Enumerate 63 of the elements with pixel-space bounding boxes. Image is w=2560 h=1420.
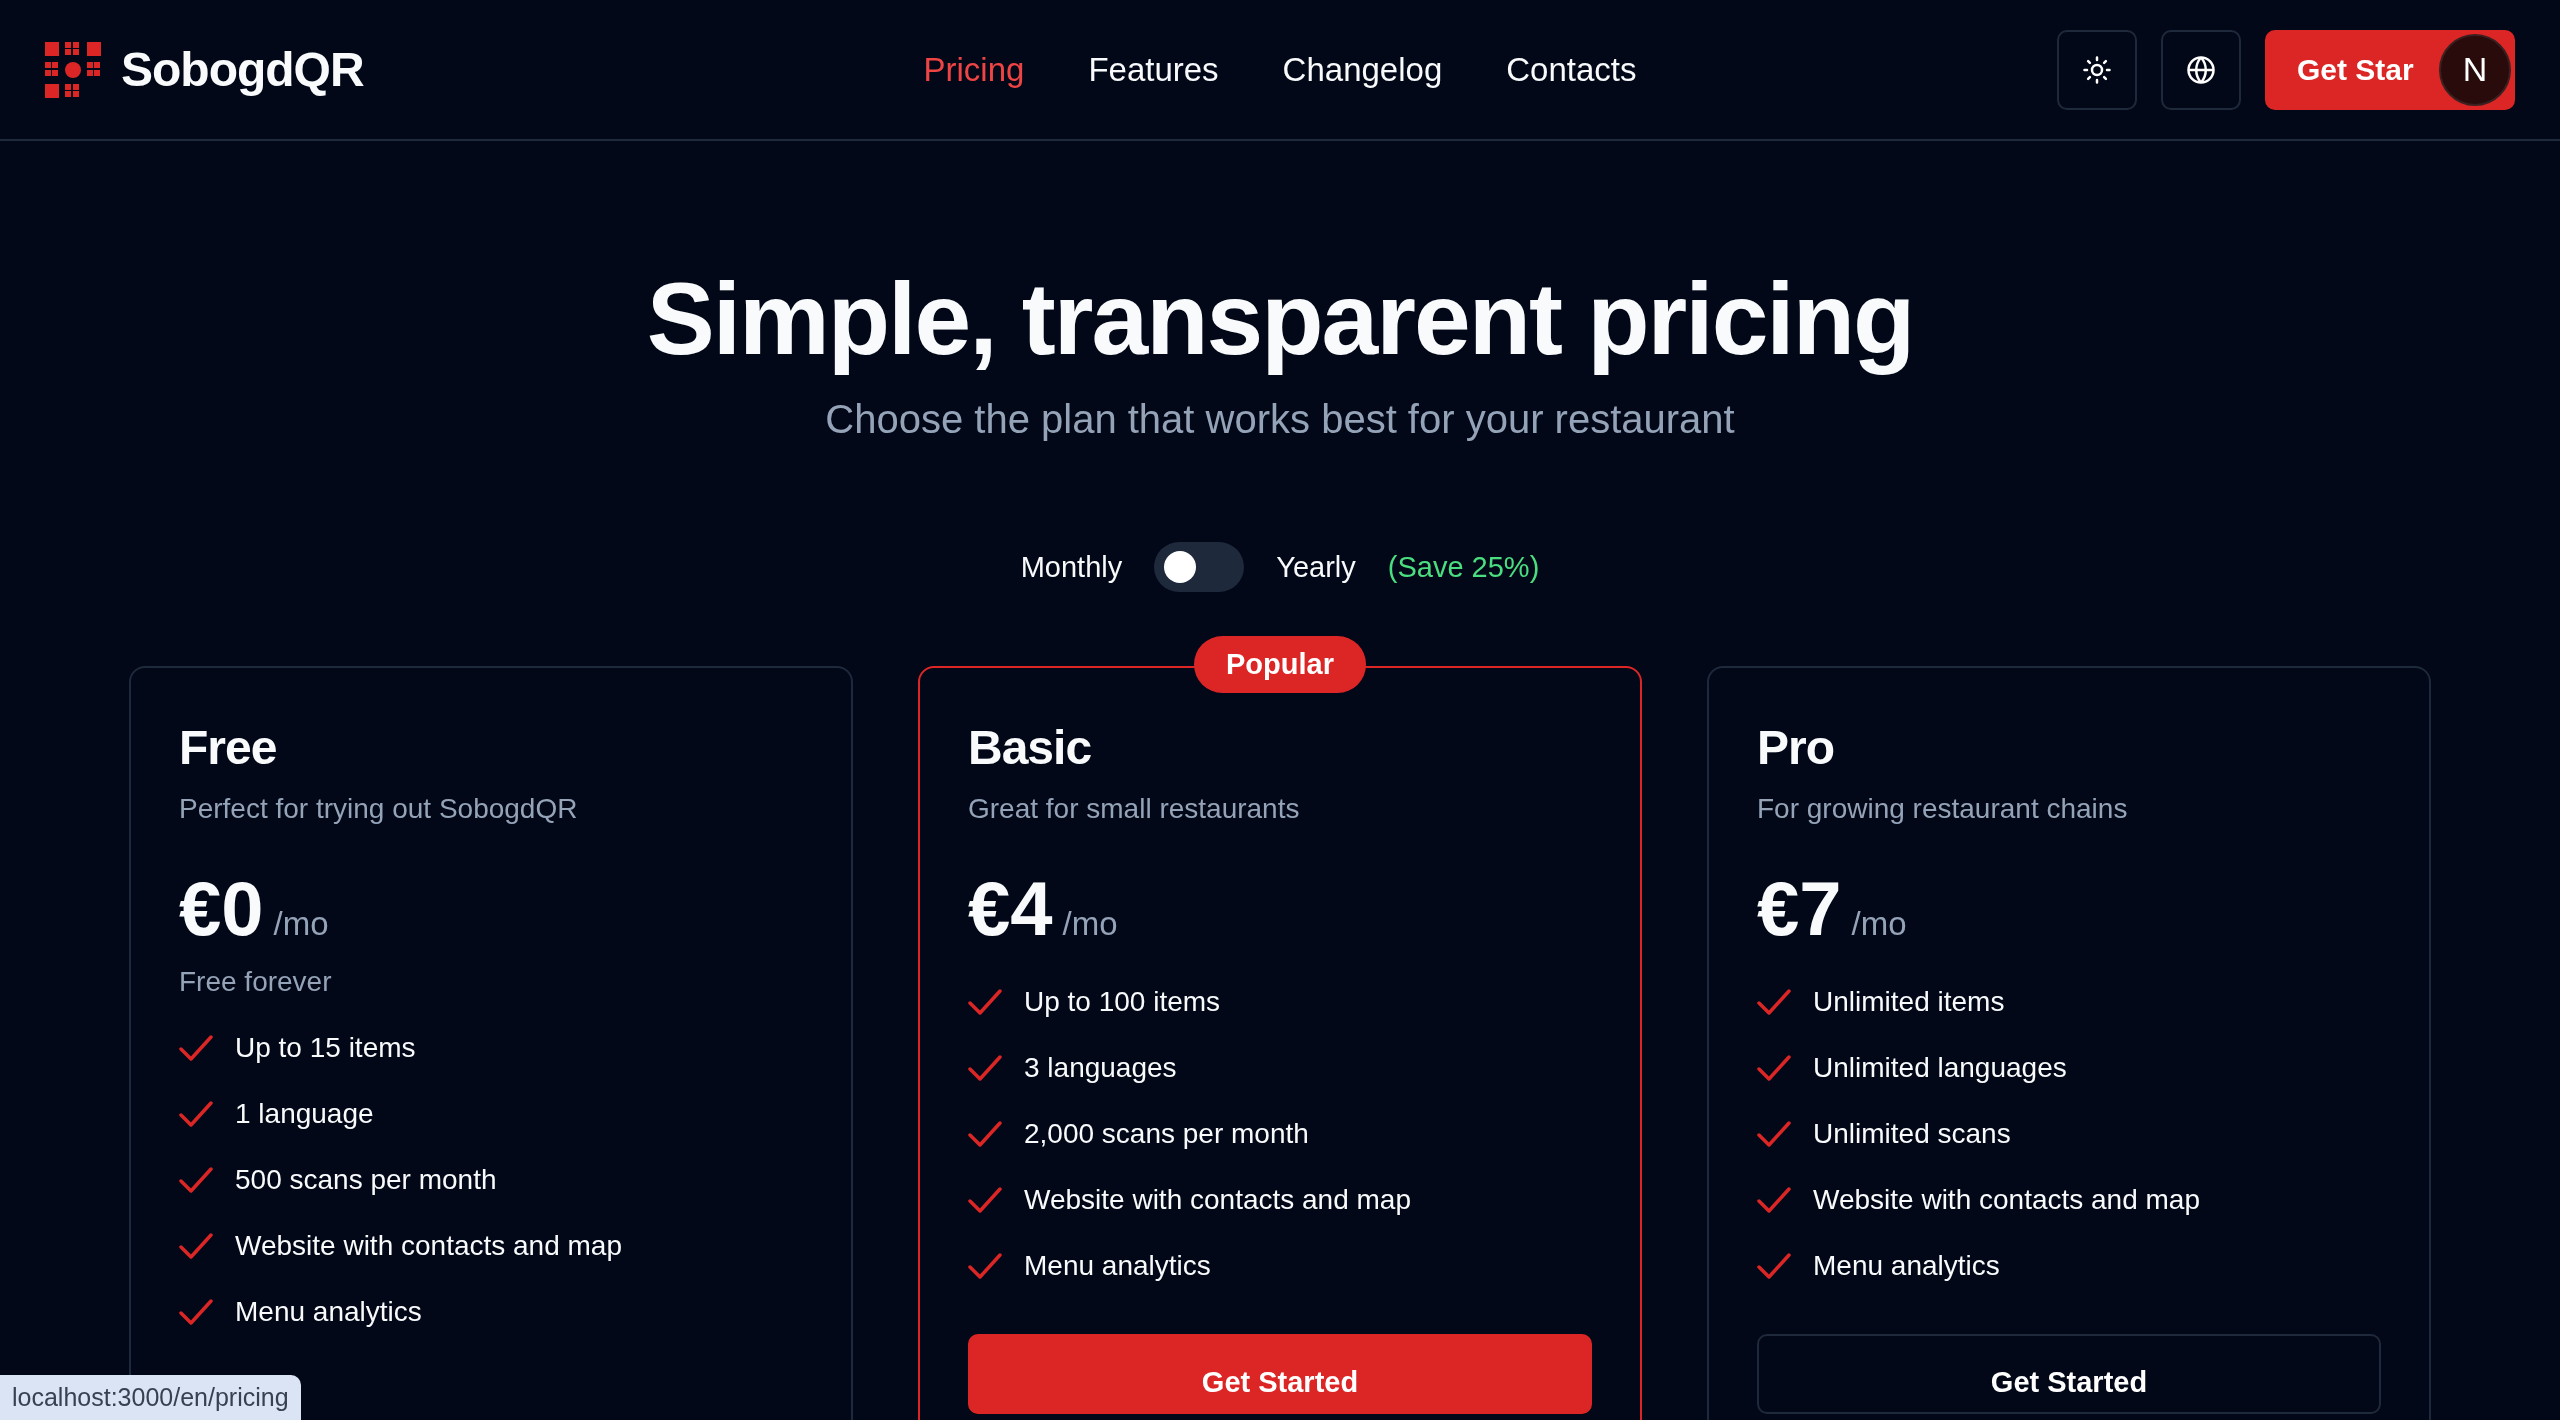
nav-link[interactable]: Contacts [1506,50,1637,89]
plan-name: Free [179,720,278,776]
check-icon [179,1099,213,1130]
nav-link[interactable]: Pricing [923,50,1025,89]
page-subtitle: Choose the plan that works best for your restaurant [825,397,1735,443]
plan-button[interactable]: Get Started [1757,1334,2381,1415]
page-title: Simple, transparent pricing [646,263,1914,376]
feature-text: Unlimited languages [1813,1052,2067,1085]
feature-text: Up to 15 items [235,1032,416,1065]
sun-icon [2082,54,2112,85]
language-button[interactable] [2161,29,2241,110]
check-icon [179,1297,213,1328]
check-icon [179,1231,213,1262]
nav-link[interactable]: Changelog [1282,50,1443,89]
price-note: Free forever [179,966,333,999]
feature-text: 2,000 scans per month [1024,1118,1309,1151]
check-icon [968,1251,1002,1282]
check-icon [179,1165,213,1196]
feature-text: Website with contacts and map [1024,1184,1411,1217]
check-icon [1757,1119,1791,1150]
plan-description: For growing restaurant chains [1757,793,2129,826]
plan-description: Great for small restaurants [968,793,1301,826]
globe-icon [2186,54,2216,85]
check-icon [1757,1185,1791,1216]
status-url: localhost:3000/en/pricing [0,1375,301,1420]
check-icon [1757,1251,1791,1282]
feature-text: 500 scans per month [235,1164,497,1197]
feature-text: Menu analytics [1813,1250,2000,1283]
monthly-label: Monthly [1020,550,1123,584]
feature-text: Website with contacts and map [1813,1184,2200,1217]
feature-text: Website with contacts and map [235,1230,622,1263]
feature-text: Menu analytics [1024,1250,1211,1283]
yearly-label: Yearly [1276,550,1356,584]
billing-switch[interactable] [1154,542,1245,593]
check-icon [968,987,1002,1018]
plan-name: Basic [968,720,1093,776]
plan-price: €7 [1757,865,1842,953]
nav-link[interactable]: Features [1088,50,1219,89]
brand-name[interactable]: SobogdQR [121,42,364,97]
price-period: /mo [1851,905,1907,944]
check-icon [968,1185,1002,1216]
feature-text: Unlimited scans [1813,1118,2011,1151]
plan-description: Perfect for trying out SobogdQR [179,793,579,826]
check-icon [968,1053,1002,1084]
check-icon [968,1119,1002,1150]
feature-text: Up to 100 items [1024,986,1221,1019]
plan-price: €0 [179,865,264,953]
feature-text: 3 languages [1024,1052,1177,1085]
check-icon [1757,987,1791,1018]
feature-text: Unlimited items [1813,986,2005,1019]
plan-name: Pro [1757,720,1835,776]
check-icon [179,1033,213,1064]
feature-text: Menu analytics [235,1296,422,1329]
theme-button[interactable] [2057,29,2137,110]
popular-badge: Popular [1194,636,1366,694]
price-period: /mo [1062,905,1118,944]
feature-text: 1 language [235,1098,374,1131]
plan-price: €4 [968,865,1053,953]
plan-button[interactable]: Get Started [968,1334,1592,1415]
check-icon [1757,1053,1791,1084]
logo-icon [45,41,101,98]
price-period: /mo [273,905,329,944]
save-label: (Save 25%) [1387,550,1540,584]
